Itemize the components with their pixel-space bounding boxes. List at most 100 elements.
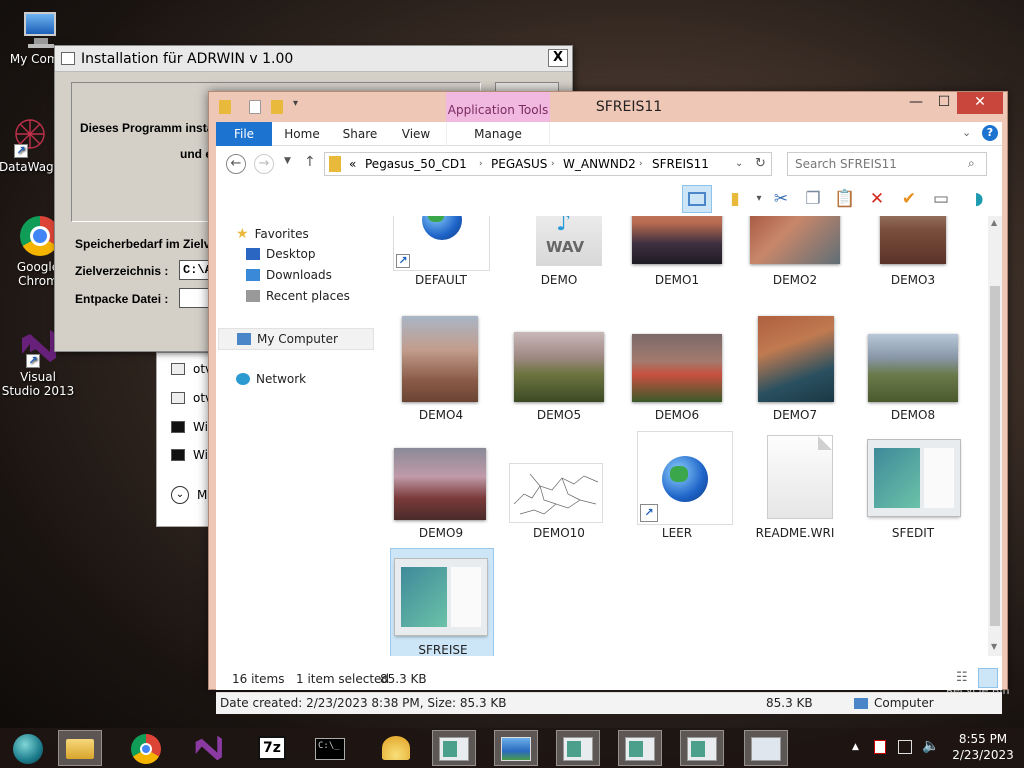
desktop-icon [246, 248, 260, 260]
file-explorer-icon [66, 739, 94, 759]
tab-manage[interactable]: Manage [446, 122, 550, 146]
photo-thumbnail [402, 316, 478, 402]
address-bar[interactable]: « Pegasus_50_CD1 › PEGASUS › W_ANWND2 › … [324, 152, 772, 176]
file-item-demo1[interactable]: DEMO1 [622, 216, 732, 287]
taskbar-visual-studio[interactable] [186, 730, 230, 766]
network-icon [236, 373, 250, 385]
tab-view[interactable]: View [394, 122, 438, 146]
close-button[interactable]: ✕ [957, 92, 1003, 114]
file-item-demo3[interactable]: DEMO3 [858, 216, 968, 287]
minimize-button[interactable]: — [903, 92, 929, 114]
file-item-leer[interactable]: ↗ LEER [622, 432, 732, 542]
file-item-demo6[interactable]: DEMO6 [622, 316, 732, 426]
start-button[interactable] [6, 730, 50, 766]
action-center-flag-icon[interactable] [874, 740, 886, 754]
file-item-readme[interactable]: README.WRI [740, 432, 850, 542]
file-item-demo10[interactable]: DEMO10 [504, 432, 614, 542]
preview-pane-icon[interactable] [682, 185, 712, 213]
file-item-demo5[interactable]: DEMO5 [504, 316, 614, 426]
taskbar-file-explorer[interactable] [58, 730, 102, 766]
details-view-icon[interactable]: ☷ [956, 670, 968, 685]
network-tray-icon[interactable] [898, 740, 912, 754]
copy-icon[interactable]: ❐ [802, 188, 824, 210]
taskbar-chrome[interactable] [124, 730, 168, 766]
up-arrow-icon[interactable]: ↑ [304, 154, 316, 170]
clock[interactable]: 8:55 PM 2/23/2023 [950, 732, 1016, 762]
more-button[interactable]: ⌄ M [171, 486, 207, 504]
file-item-demo7[interactable]: DEMO7 [740, 316, 850, 426]
installer-titlebar[interactable]: Installation für ADRWIN v 1.00 X [55, 46, 572, 72]
forward-button[interactable]: → [254, 154, 274, 174]
volume-icon[interactable]: 🔈 [922, 738, 939, 754]
address-overflow[interactable]: « [349, 153, 356, 175]
file-item-demo2[interactable]: DEMO2 [740, 216, 850, 287]
window-icon [687, 737, 717, 761]
expand-ribbon-icon[interactable]: ⌄ [962, 126, 971, 139]
maximize-button[interactable]: ☐ [931, 92, 957, 114]
breadcrumb-part[interactable]: Pegasus_50_CD1 [365, 153, 467, 175]
7zip-icon: 7z [258, 736, 286, 760]
refresh-icon[interactable]: ↻ [755, 153, 766, 175]
file-item-sfedit[interactable]: SFEDIT [858, 432, 968, 542]
address-dropdown-icon[interactable]: ⌄ [735, 153, 743, 175]
file-item-demo8[interactable]: DEMO8 [858, 316, 968, 426]
breadcrumb-part[interactable]: W_ANWND2 [563, 153, 636, 175]
taskbar-7zip[interactable]: 7z [250, 730, 294, 766]
taskbar-chart-app[interactable] [744, 730, 788, 766]
back-button[interactable]: ← [226, 154, 246, 174]
shell-icon[interactable]: ◗ [968, 188, 990, 210]
list-item[interactable]: otv [171, 361, 212, 377]
taskbar-window-1[interactable] [432, 730, 476, 766]
show-hidden-icons-button[interactable]: ▲ [852, 742, 859, 752]
rename-icon[interactable]: ▭ [930, 188, 952, 210]
tab-share[interactable]: Share [338, 122, 382, 146]
recent-places-icon [246, 290, 260, 302]
tab-file[interactable]: File [216, 122, 272, 146]
cut-icon[interactable]: ✂ [770, 188, 792, 210]
list-item[interactable]: Wi [171, 447, 208, 463]
nav-desktop[interactable]: Desktop [246, 247, 316, 261]
taskbar-shell[interactable] [374, 730, 418, 766]
nav-my-computer[interactable]: My Computer [218, 328, 374, 350]
file-item-sfreise[interactable]: SFREISE [390, 548, 494, 656]
help-icon[interactable]: ? [982, 125, 998, 141]
delete-icon[interactable]: ✕ [866, 188, 888, 210]
taskbar-window-3[interactable] [618, 730, 662, 766]
file-item-demo9[interactable]: DEMO9 [386, 432, 496, 542]
taskbar-cmd[interactable]: C:\_ [308, 730, 352, 766]
file-item-default[interactable]: ↗ DEFAULT [386, 216, 496, 287]
nav-favorites[interactable]: ★ Favorites [236, 226, 309, 242]
shortcut-arrow-icon: ↗ [396, 254, 410, 268]
list-item[interactable]: Wi [171, 419, 208, 435]
document-icon [768, 436, 832, 518]
checkmark-icon[interactable]: ✔ [898, 188, 920, 210]
nav-downloads[interactable]: Downloads [246, 268, 332, 282]
breadcrumb-part[interactable]: PEGASUS [491, 153, 547, 175]
list-item[interactable]: otv [171, 390, 212, 406]
vertical-scrollbar[interactable]: ▲ ▼ [988, 216, 1002, 656]
taskbar-window-2[interactable] [556, 730, 600, 766]
nav-recent-places[interactable]: Recent places [246, 289, 350, 303]
photo-thumbnail [514, 332, 604, 402]
recent-locations-icon[interactable]: ▼ [284, 156, 291, 166]
installer-title: Installation für ADRWIN v 1.00 [81, 51, 294, 67]
nav-network[interactable]: Network [236, 372, 306, 386]
large-icons-view-icon[interactable] [978, 668, 998, 688]
start-orb-icon [13, 734, 43, 764]
folder-check-icon[interactable]: ▮ [724, 188, 746, 210]
file-item-demo4[interactable]: DEMO4 [386, 316, 496, 426]
taskbar-window-4[interactable] [680, 730, 724, 766]
taskbar-photo-viewer[interactable] [494, 730, 538, 766]
properties-icon[interactable] [249, 100, 261, 114]
paste-icon[interactable]: 📋 [834, 188, 856, 210]
installer-close-button[interactable]: X [548, 49, 568, 67]
breadcrumb-part[interactable]: SFREIS11 [652, 153, 709, 175]
dropdown-icon[interactable]: ▾ [748, 188, 770, 210]
file-item-demo[interactable]: ♪ WAV DEMO [504, 216, 614, 287]
map-thumbnail [510, 464, 602, 522]
scrollbar-thumb[interactable] [990, 286, 1000, 626]
ribbon-tabs: File Home Share View Manage ⌄ ? [216, 122, 1002, 146]
search-icon: ⌕ [968, 156, 975, 170]
search-input[interactable]: Search SFREIS11 [787, 152, 987, 176]
tab-home[interactable]: Home [280, 122, 324, 146]
